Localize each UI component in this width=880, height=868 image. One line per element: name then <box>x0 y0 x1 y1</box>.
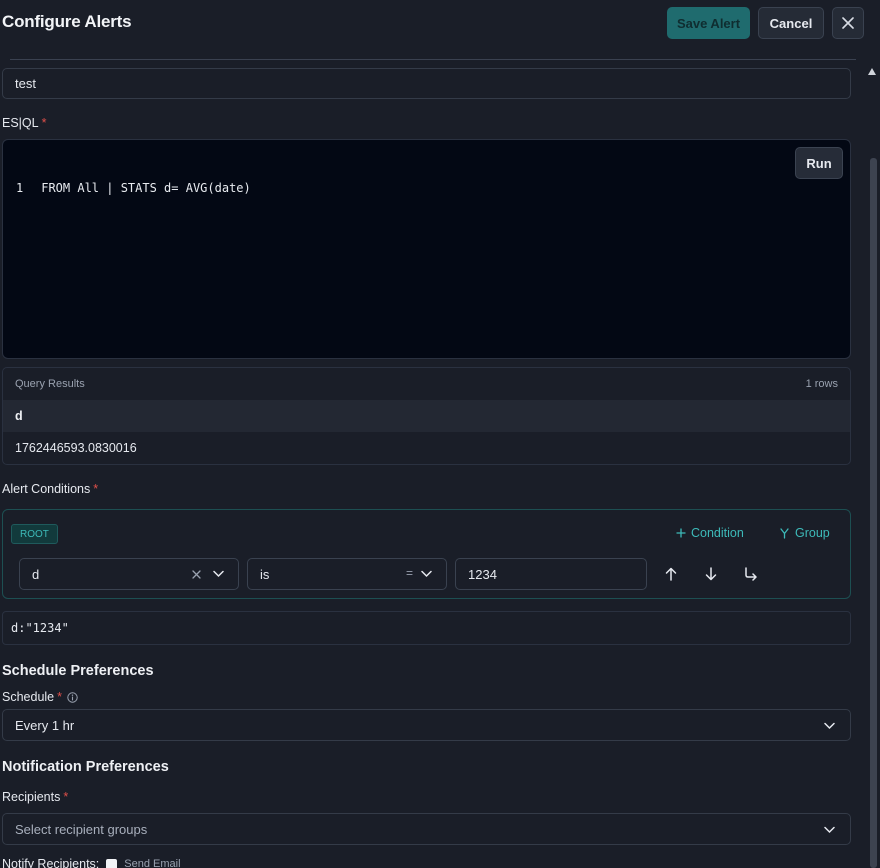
condition-value-input[interactable]: 1234 <box>455 558 647 590</box>
recipients-label: Recipients * <box>2 790 68 804</box>
add-group-button[interactable]: Group <box>779 526 830 540</box>
cancel-button[interactable]: Cancel <box>758 7 824 39</box>
condition-query-preview: d:"1234" <box>2 611 851 645</box>
query-results-panel: Query Results 1 rows d 1762446593.083001… <box>2 367 851 465</box>
schedule-label-text: Schedule <box>2 690 55 704</box>
esql-editor[interactable] <box>2 139 851 359</box>
esql-label: ES|QL * <box>2 116 46 130</box>
info-icon[interactable] <box>67 691 78 703</box>
header-divider <box>10 59 856 60</box>
corner-down-right-icon <box>745 567 757 581</box>
send-email-checkbox[interactable] <box>106 858 118 868</box>
add-group-label: Group <box>795 526 830 540</box>
close-button[interactable] <box>832 7 864 39</box>
required-mark: * <box>41 116 47 130</box>
notification-section-title: Notification Preferences <box>2 759 169 775</box>
move-up-button[interactable] <box>661 564 681 584</box>
required-mark: * <box>57 690 62 704</box>
group-branch-icon <box>780 527 789 539</box>
clear-icon[interactable] <box>192 570 201 579</box>
move-down-button[interactable] <box>701 564 721 584</box>
recipients-select[interactable]: Select recipient groups <box>2 813 851 845</box>
chevron-down-icon <box>824 722 835 730</box>
page-title: Configure Alerts <box>2 12 132 31</box>
code-text: FROM All | STATS d= AVG(date) <box>41 181 251 195</box>
run-query-button[interactable]: Run <box>795 147 843 179</box>
send-email-label[interactable]: Send Email <box>124 858 180 868</box>
esql-label-text: ES|QL <box>2 116 39 130</box>
arrow-up-icon <box>665 567 677 581</box>
chevron-down-icon <box>824 826 835 834</box>
scroll-up-arrow-icon[interactable] <box>868 68 876 75</box>
plus-icon <box>676 528 686 538</box>
condition-operator-value: is <box>260 566 270 582</box>
results-cell: 1762446593.0830016 <box>15 441 137 455</box>
chevron-down-icon <box>421 570 432 578</box>
schedule-value: Every 1 hr <box>15 717 75 733</box>
add-condition-button[interactable]: Condition <box>676 526 744 540</box>
condition-field-select[interactable]: d <box>19 558 239 590</box>
query-results-row-count: 1 rows <box>805 378 838 390</box>
condition-operator-select[interactable]: is = <box>247 558 447 590</box>
notify-recipients-label: Notify Recipients: <box>2 857 100 868</box>
add-condition-label: Condition <box>691 526 744 540</box>
operator-symbol: = <box>406 566 414 580</box>
schedule-select[interactable]: Every 1 hr <box>2 709 851 741</box>
condition-value: 1234 <box>468 566 497 582</box>
code-line[interactable]: 1 FROM All | STATS d= AVG(date) <box>16 181 251 195</box>
line-number: 1 <box>16 181 24 195</box>
required-mark: * <box>93 482 99 496</box>
recipients-label-text: Recipients <box>2 790 61 804</box>
alert-conditions-label-text: Alert Conditions <box>2 482 91 496</box>
chevron-down-icon <box>213 570 224 578</box>
query-results-header: Query Results 1 rows <box>3 368 850 400</box>
condition-field-value: d <box>32 566 40 582</box>
notify-recipients-row: Notify Recipients: Send Email <box>2 857 181 868</box>
close-icon <box>842 17 854 29</box>
alert-name-value: test <box>15 76 36 91</box>
arrow-down-icon <box>705 567 717 581</box>
schedule-label: Schedule * <box>2 690 78 704</box>
scrollbar-thumb[interactable] <box>870 158 877 868</box>
results-column-header: d <box>3 400 850 432</box>
alert-name-input[interactable]: test <box>2 68 851 99</box>
alert-conditions-label: Alert Conditions * <box>2 482 98 496</box>
nest-condition-button[interactable] <box>741 564 761 584</box>
recipients-placeholder: Select recipient groups <box>15 821 148 837</box>
query-results-title: Query Results <box>15 378 85 390</box>
save-alert-button[interactable]: Save Alert <box>667 7 750 39</box>
root-badge: ROOT <box>11 524 58 544</box>
required-mark: * <box>63 790 69 804</box>
schedule-section-title: Schedule Preferences <box>2 663 154 679</box>
